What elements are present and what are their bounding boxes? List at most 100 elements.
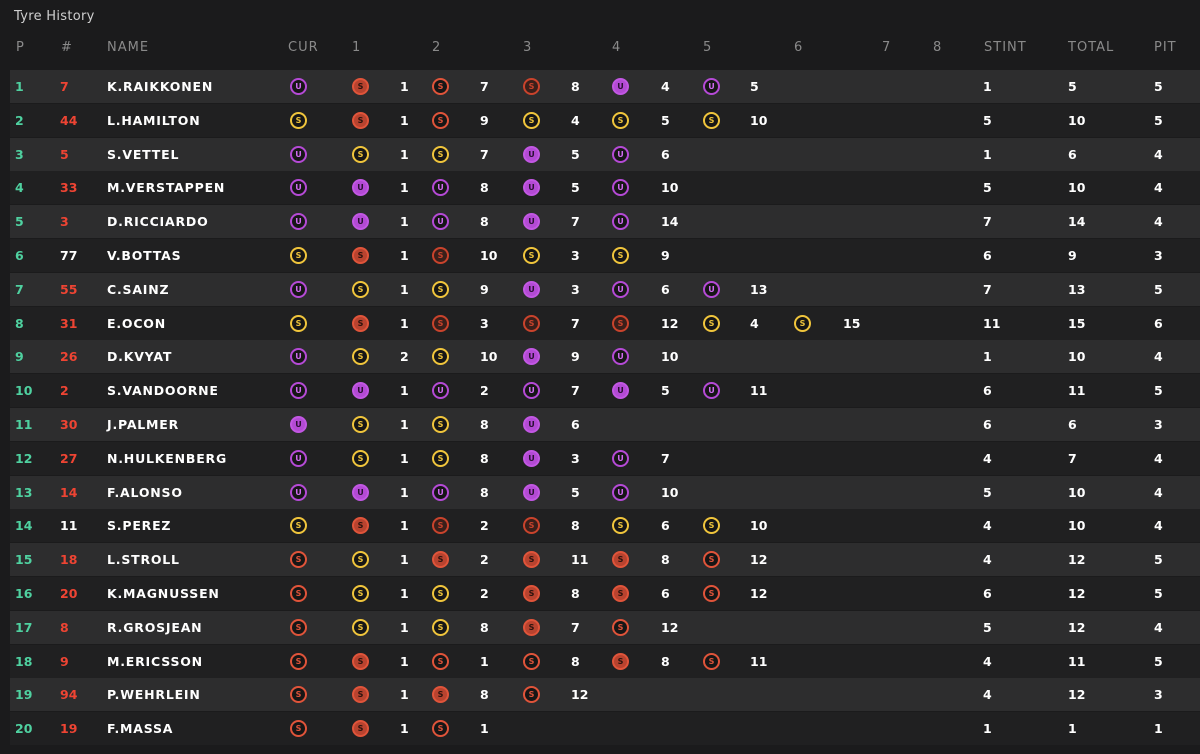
table-row[interactable]: 4 33 M.VERSTAPPEN U U 1 U 8 U 5 U 10 5 10 4 [10,171,1200,205]
table-row[interactable]: 20 19 F.MASSA S S 1 S 1 1 1 1 [10,712,1200,746]
position-cell: 14 [15,518,33,534]
supersoft-tyre-icon: S [523,585,540,602]
soft-tyre-icon: S [612,247,629,264]
soft-tyre-icon: S [352,280,369,298]
ultrasoft-tyre-icon: U [432,179,449,197]
car-number-cell: 26 [60,349,78,365]
stint-laps-cell: 3 [571,450,580,466]
driver-name-cell: F.ALONSO [107,484,183,500]
header-stint-4[interactable]: 4 [612,40,621,55]
position-cell: 15 [15,552,33,568]
stint-laps-cell: 7 [571,619,580,635]
header-stint-5[interactable]: 5 [703,40,712,55]
table-row[interactable]: 7 55 C.SAINZ U S 1 S 9 U 3 U 6 U 13 7 13 5 [10,272,1200,306]
table-row[interactable]: 11 30 J.PALMER U S 1 S 8 U 6 6 6 3 [10,408,1200,441]
header-stint-7[interactable]: 7 [882,40,891,55]
stint-laps-cell: 7 [571,214,580,230]
stint-cell: 6 [983,417,992,432]
header-number[interactable]: # [61,40,73,55]
stint-laps-cell: 10 [480,248,498,263]
header-stint-1[interactable]: 1 [352,40,361,55]
position-cell: 3 [15,146,24,162]
header-position[interactable]: P [16,40,25,55]
table-row[interactable]: 13 14 F.ALONSO U U 1 U 8 U 5 U 10 5 10 4 [10,475,1200,509]
ultrasoft-tyre-icon: U [523,348,540,366]
supersoft-tyre-icon: S [612,314,629,332]
total-cell: 6 [1068,146,1077,162]
driver-name-cell: S.VANDOORNE [107,383,219,399]
supersoft-tyre-icon: S [352,247,369,264]
total-cell: 1 [1068,721,1077,737]
current-ultrasoft-tyre-icon: U [290,348,307,366]
stint-laps-cell: 1 [400,450,409,466]
soft-tyre-icon: S [352,145,369,163]
stint-laps-cell: 10 [750,112,768,128]
table-row[interactable]: 10 2 S.VANDOORNE U U 1 U 2 U 7 U 5 U 11 6 11 5 [10,374,1200,408]
stint-laps-cell: 9 [571,349,580,365]
header-stint[interactable]: STINT [984,40,1027,55]
header-stint-6[interactable]: 6 [794,40,803,55]
soft-tyre-icon: S [432,280,449,298]
driver-name-cell: P.WEHRLEIN [107,687,201,703]
soft-tyre-icon: S [794,314,811,332]
current-ultrasoft-tyre-icon: U [290,483,307,501]
soft-tyre-icon: S [432,416,449,433]
table-row[interactable]: 15 18 L.STROLL S S 1 S 2 S 11 S 8 S 12 4 12 5 [10,543,1200,577]
table-row[interactable]: 19 94 P.WEHRLEIN S S 1 S 8 S 12 4 12 3 [10,678,1200,712]
header-stint-2[interactable]: 2 [432,40,441,55]
table-row[interactable]: 17 8 R.GROSJEAN S S 1 S 8 S 7 S 12 5 12 4 [10,610,1200,644]
table-row[interactable]: 1 7 K.RAIKKONEN U S 1 S 7 S 8 U 4 U 5 1 5 5 [10,70,1200,103]
stint-laps-cell: 9 [661,248,670,263]
supersoft-tyre-icon: S [432,551,449,569]
pit-cell: 5 [1154,383,1163,399]
stint-laps-cell: 1 [400,146,409,162]
soft-tyre-icon: S [352,449,369,467]
stint-laps-cell: 1 [400,281,409,297]
stint-laps-cell: 12 [661,315,679,331]
header-stint-8[interactable]: 8 [933,40,942,55]
table-row[interactable]: 14 11 S.PEREZ S S 1 S 2 S 8 S 6 S 10 4 10 4 [10,509,1200,543]
stint-cell: 6 [983,383,992,399]
table-row[interactable]: 3 5 S.VETTEL U S 1 S 7 U 5 U 6 1 6 4 [10,137,1200,171]
page-title: Tyre History [14,9,95,24]
table-row[interactable]: 6 77 V.BOTTAS S S 1 S 10 S 3 S 9 6 9 3 [10,239,1200,272]
header-current-tyre[interactable]: CUR [288,40,319,55]
stint-laps-cell: 3 [480,315,489,331]
stint-cell: 5 [983,180,992,196]
header-stint-3[interactable]: 3 [523,40,532,55]
ultrasoft-tyre-icon: U [523,416,540,433]
table-row[interactable]: 5 3 D.RICCIARDO U U 1 U 8 U 7 U 14 7 14 4 [10,205,1200,239]
driver-name-cell: M.VERSTAPPEN [107,180,226,196]
table-row[interactable]: 2 44 L.HAMILTON S S 1 S 9 S 4 S 5 S 10 5 10 5 [10,103,1200,137]
pit-cell: 3 [1154,687,1163,703]
total-cell: 15 [1068,315,1086,331]
table-row[interactable]: 9 26 D.KVYAT U S 2 S 10 U 9 U 10 1 10 4 [10,340,1200,374]
table-row[interactable]: 12 27 N.HULKENBERG U S 1 S 8 U 3 U 7 4 7 4 [10,441,1200,475]
car-number-cell: 11 [60,518,78,534]
supersoft-tyre-icon: S [432,652,449,670]
table-row[interactable]: 16 20 K.MAGNUSSEN S S 1 S 2 S 8 S 6 S 12 6 12 5 [10,577,1200,610]
stint-laps-cell: 2 [480,383,489,399]
supersoft-tyre-icon: S [612,618,629,636]
car-number-cell: 20 [60,586,78,601]
current-ultrasoft-tyre-icon: U [290,416,307,433]
driver-name-cell: N.HULKENBERG [107,450,228,466]
current-ultrasoft-tyre-icon: U [290,78,307,95]
stint-laps-cell: 1 [400,518,409,534]
header-name[interactable]: NAME [107,40,149,55]
table-row[interactable]: 18 9 M.ERICSSON S S 1 S 1 S 8 S 8 S 11 4 11 5 [10,644,1200,678]
header-total[interactable]: TOTAL [1068,40,1114,55]
header-pit[interactable]: PIT [1154,40,1177,55]
supersoft-tyre-icon: S [703,585,720,602]
stint-laps-cell: 11 [571,552,589,568]
table-row[interactable]: 8 31 E.OCON S S 1 S 3 S 7 S 12 S 4 S 15 11 15 6 [10,306,1200,340]
stint-laps-cell: 1 [480,653,489,669]
ultrasoft-tyre-icon: U [523,382,540,400]
car-number-cell: 3 [60,214,69,230]
car-number-cell: 44 [60,112,78,128]
car-number-cell: 8 [60,619,69,635]
supersoft-tyre-icon: S [432,247,449,264]
stint-laps-cell: 13 [750,281,768,297]
supersoft-tyre-icon: S [432,111,449,129]
position-cell: 20 [15,721,33,737]
